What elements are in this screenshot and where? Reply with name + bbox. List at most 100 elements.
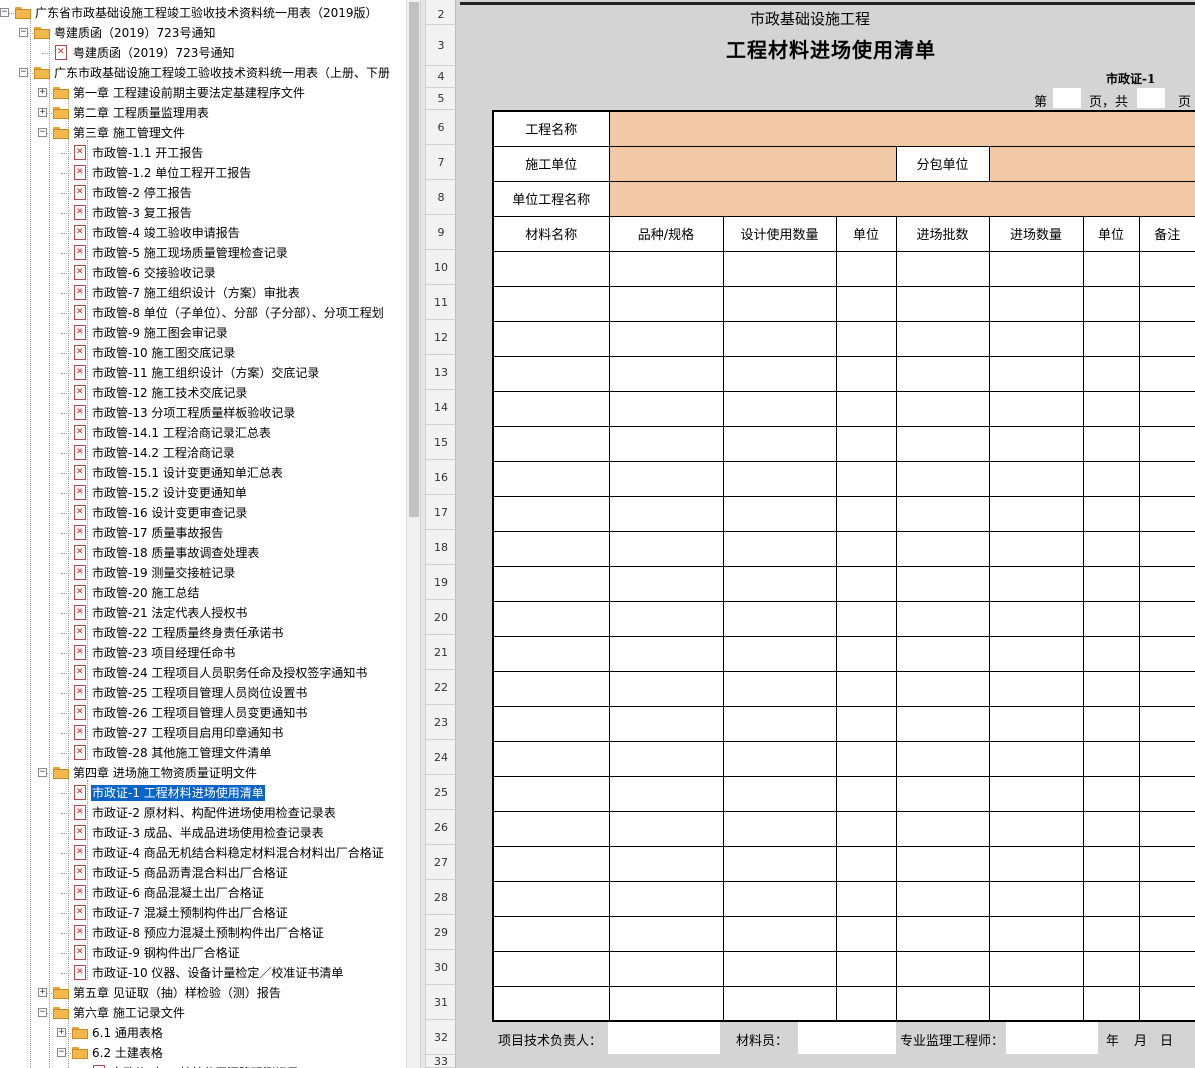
table-cell[interactable]: [1082, 250, 1140, 287]
tree-label[interactable]: 市政管-27 工程项目启用印章通知书: [91, 725, 284, 741]
table-cell[interactable]: [835, 600, 897, 637]
tree-file-node[interactable]: 市政管-2 停工报告: [0, 183, 406, 203]
table-cell[interactable]: [492, 355, 610, 392]
tree-label[interactable]: 市政管-12 施工技术交底记录: [91, 385, 248, 401]
tree-label[interactable]: 市政管-28 其他施工管理文件清单: [91, 745, 272, 761]
row-number[interactable]: 15: [426, 425, 456, 460]
tree-label[interactable]: 市政管-13 分项工程质量样板验收记录: [91, 405, 296, 421]
table-cell[interactable]: [722, 915, 837, 952]
tree-label[interactable]: 市政管-21 法定代表人授权书: [91, 605, 248, 621]
expand-icon[interactable]: +: [57, 1028, 66, 1037]
tree-label[interactable]: 6.1 通用表格: [91, 1025, 164, 1041]
table-cell[interactable]: [492, 495, 610, 532]
tree-label[interactable]: 市政管-11 施工组织设计（方案）交底记录: [91, 365, 320, 381]
tree-file-node[interactable]: 市政管-24 工程项目人员职务任命及授权签字通知书: [0, 663, 406, 683]
row-number[interactable]: 14: [426, 390, 456, 425]
tree-file-node[interactable]: 市政证-3 成品、半成品进场使用检查记录表: [0, 823, 406, 843]
row-number[interactable]: 10: [426, 250, 456, 285]
table-cell[interactable]: [722, 460, 837, 497]
table-cell[interactable]: [835, 565, 897, 602]
project-name-cell[interactable]: [608, 110, 1195, 147]
table-cell[interactable]: [1138, 985, 1195, 1022]
tree-file-node[interactable]: 市政管-1.2 单位工程开工报告: [0, 163, 406, 183]
tree-label[interactable]: 6.2 土建表格: [91, 1045, 164, 1061]
tree-file-node[interactable]: 市政管-15.2 设计变更通知单: [0, 483, 406, 503]
table-cell[interactable]: [608, 460, 724, 497]
tree-label[interactable]: 市政证-9 钢构件出厂合格证: [91, 945, 241, 961]
table-cell[interactable]: [722, 530, 837, 567]
tree-file-node[interactable]: 市政管-5 施工现场质量管理检查记录: [0, 243, 406, 263]
tree-label[interactable]: 市政管-2 停工报告: [91, 185, 193, 201]
row-number[interactable]: 8: [426, 180, 456, 215]
table-cell[interactable]: [608, 390, 724, 427]
table-cell[interactable]: [895, 740, 990, 777]
table-cell[interactable]: [988, 355, 1084, 392]
tree-file-node[interactable]: 市政管-10 施工图交底记录: [0, 343, 406, 363]
table-cell[interactable]: [1082, 565, 1140, 602]
table-cell[interactable]: [608, 670, 724, 707]
table-cell[interactable]: [835, 495, 897, 532]
collapse-icon[interactable]: −: [19, 28, 28, 37]
row-number[interactable]: 12: [426, 320, 456, 355]
table-cell[interactable]: [835, 320, 897, 357]
table-cell[interactable]: [1138, 355, 1195, 392]
tree-scrollbar[interactable]: [406, 0, 420, 1068]
table-cell[interactable]: [835, 915, 897, 952]
table-cell[interactable]: [895, 460, 990, 497]
document-tree[interactable]: − 广东省市政基础设施工程竣工验收技术资料统一用表（2019版） − 粤建质函（201…: [0, 0, 406, 1068]
table-cell[interactable]: [1138, 530, 1195, 567]
tree-file-node[interactable]: 市政管-17 质量事故报告: [0, 523, 406, 543]
tree-file-node[interactable]: 市政管-27 工程项目启用印章通知书: [0, 723, 406, 743]
tree-file-node[interactable]: 市政证-10 仪器、设备计量检定／校准证书清单: [0, 963, 406, 983]
table-cell[interactable]: [835, 670, 897, 707]
table-cell[interactable]: [608, 740, 724, 777]
row-number[interactable]: 13: [426, 355, 456, 390]
table-cell[interactable]: [1082, 285, 1140, 322]
row-number[interactable]: 25: [426, 775, 456, 810]
table-cell[interactable]: [722, 880, 837, 917]
table-cell[interactable]: [492, 425, 610, 462]
row-number[interactable]: 6: [426, 110, 456, 145]
table-cell[interactable]: [608, 355, 724, 392]
tree-label[interactable]: 第四章 进场施工物资质量证明文件: [72, 765, 258, 781]
tree-folder-node[interactable]: − 广东市政基础设施工程竣工验收技术资料统一用表（上册、下册: [0, 63, 406, 83]
table-cell[interactable]: [895, 670, 990, 707]
tree-folder-node[interactable]: +6.1 通用表格: [0, 1023, 406, 1043]
table-cell[interactable]: [1138, 670, 1195, 707]
row-number[interactable]: 20: [426, 600, 456, 635]
table-cell[interactable]: [1082, 390, 1140, 427]
table-cell[interactable]: [895, 880, 990, 917]
tree-label[interactable]: 市政管-1.2 单位工程开工报告: [91, 165, 252, 181]
table-cell[interactable]: [608, 320, 724, 357]
tree-file-node[interactable]: 市政管-14.2 工程洽商记录: [0, 443, 406, 463]
table-cell[interactable]: [1138, 250, 1195, 287]
tree-label[interactable]: 市政证-10 仪器、设备计量检定／校准证书清单: [91, 965, 344, 981]
table-cell[interactable]: [1082, 355, 1140, 392]
tree-label[interactable]: 市政管-26 工程项目管理人员变更通知书: [91, 705, 308, 721]
table-cell[interactable]: [722, 390, 837, 427]
table-cell[interactable]: [722, 250, 837, 287]
tree-file-node[interactable]: 市政证-2 原材料、构配件进场使用检查记录表: [0, 803, 406, 823]
table-cell[interactable]: [608, 250, 724, 287]
table-cell[interactable]: [608, 775, 724, 812]
tree-label[interactable]: 市政管-25 工程项目管理人员岗位设置书: [91, 685, 308, 701]
table-cell[interactable]: [1138, 740, 1195, 777]
tree-label[interactable]: 市政管-10 施工图交底记录: [91, 345, 236, 361]
tree-label[interactable]: 市政管-15.1 设计变更通知单汇总表: [91, 465, 284, 481]
tree-label[interactable]: 市政证-4 商品无机结合料稳定材料混合材料出厂合格证: [91, 845, 385, 861]
row-number[interactable]: 29: [426, 915, 456, 950]
tree-folder-node[interactable]: − 第三章 施工管理文件: [0, 123, 406, 143]
table-cell[interactable]: [608, 880, 724, 917]
table-cell[interactable]: [608, 285, 724, 322]
table-cell[interactable]: [835, 950, 897, 987]
tree-folder-node[interactable]: − 粤建质函（2019）723号通知: [0, 23, 406, 43]
table-cell[interactable]: [835, 390, 897, 427]
table-cell[interactable]: [895, 565, 990, 602]
table-cell[interactable]: [722, 495, 837, 532]
table-cell[interactable]: [988, 425, 1084, 462]
collapse-icon[interactable]: −: [38, 1008, 47, 1017]
tree-file-node[interactable]: 市政管-14.1 工程洽商记录汇总表: [0, 423, 406, 443]
table-cell[interactable]: [1082, 600, 1140, 637]
expand-icon[interactable]: +: [38, 108, 47, 117]
table-cell[interactable]: [1138, 880, 1195, 917]
